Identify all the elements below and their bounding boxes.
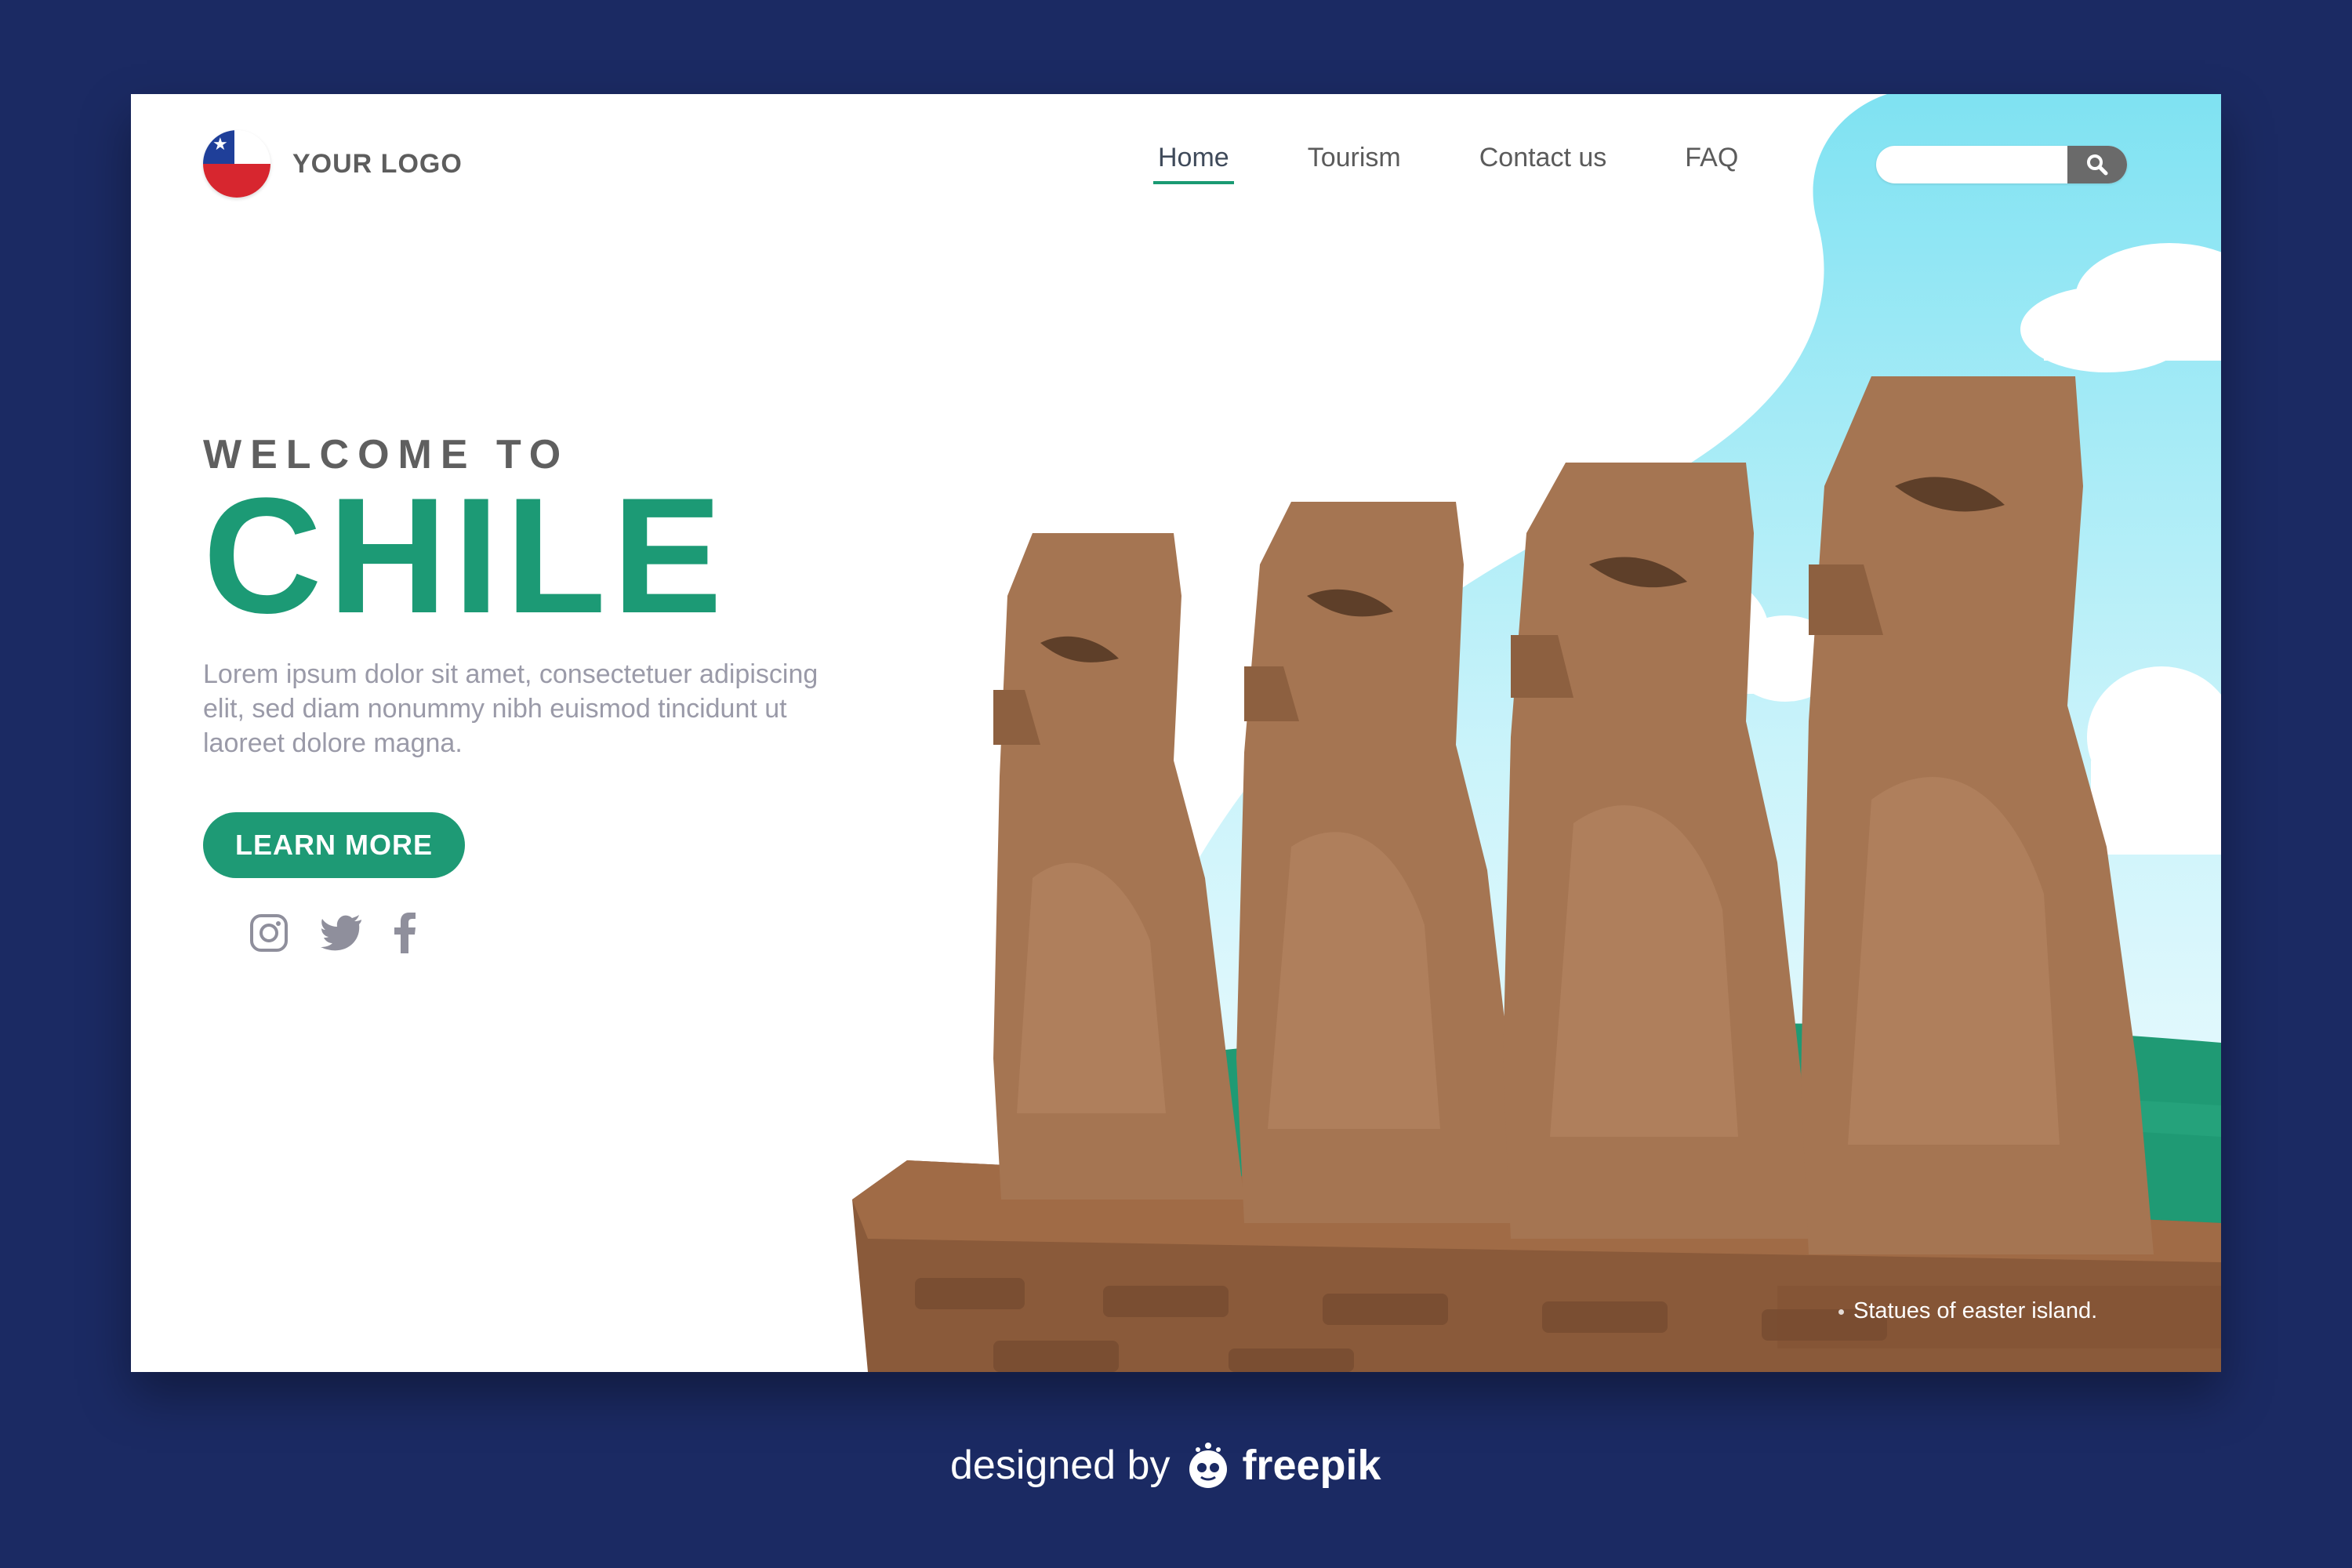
nav-faq[interactable]: FAQ: [1685, 143, 1738, 184]
chile-flag-icon: ★: [203, 130, 270, 198]
landing-page-card: ★ YOUR LOGO Home Tourism Contact us FAQ …: [131, 94, 2221, 1372]
hero-title: CHILE: [203, 463, 728, 648]
logo-text: YOUR LOGO: [292, 148, 463, 179]
designer-credit[interactable]: designed by freepik: [950, 1439, 1381, 1491]
facebook-icon[interactable]: [394, 913, 416, 957]
credit-prefix: designed by: [950, 1443, 1171, 1488]
instagram-icon[interactable]: [249, 913, 289, 957]
search-bar: [1876, 146, 2127, 183]
search-button[interactable]: [2067, 146, 2127, 183]
nav-contact-us[interactable]: Contact us: [1479, 143, 1607, 184]
hero-description: Lorem ipsum dolor sit amet, consectetuer…: [203, 659, 818, 758]
nav-tourism[interactable]: Tourism: [1308, 143, 1401, 184]
credit-brand: freepik: [1242, 1442, 1381, 1489]
twitter-icon[interactable]: [321, 915, 363, 955]
nav-home[interactable]: Home: [1153, 143, 1234, 184]
learn-more-button[interactable]: LEARN MORE: [203, 812, 465, 878]
caption-bullet: [1838, 1308, 1844, 1315]
main-nav: Home Tourism Contact us FAQ: [1153, 143, 1817, 184]
caption-text: Statues of easter island.: [1853, 1298, 2098, 1323]
search-icon: [2087, 154, 2108, 176]
social-links: [249, 913, 448, 957]
search-input[interactable]: [1892, 146, 2060, 183]
image-caption: Statues of easter island.: [1838, 1298, 2097, 1324]
hero-section: WELCOME TO CHILE Lorem ipsum dolor sit a…: [203, 431, 830, 760]
brand-logo[interactable]: ★ YOUR LOGO: [203, 130, 463, 198]
freepik-logo-icon: [1189, 1443, 1228, 1488]
